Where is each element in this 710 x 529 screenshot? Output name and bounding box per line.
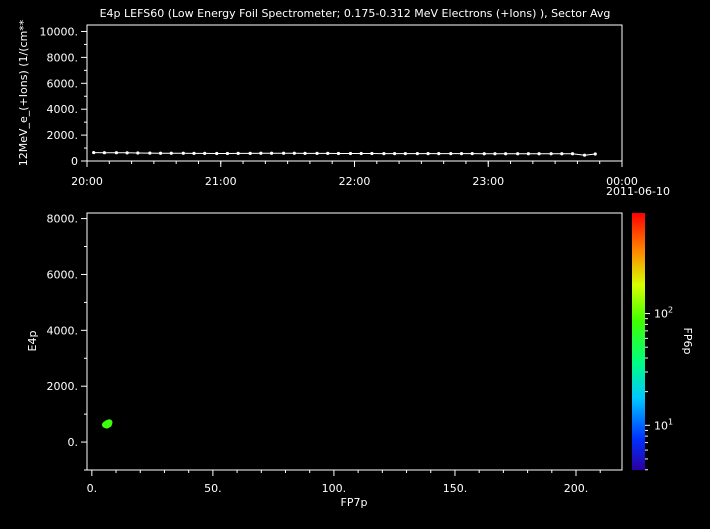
top-x-tick-label: 22:00 — [339, 175, 371, 188]
bottom-y-tick-label: 6000. — [47, 268, 79, 281]
top-series-point — [259, 151, 263, 155]
top-series-point — [102, 151, 106, 155]
colorbar-tick-base: 10 — [654, 308, 668, 321]
bottom-x-tick-label: 200. — [564, 482, 589, 495]
bottom-x-tick-label: 100. — [322, 482, 347, 495]
top-series-point — [359, 151, 363, 156]
colorbar-tick-label: 101 — [654, 417, 673, 432]
bottom-x-axis-label: FP7p — [341, 496, 368, 509]
top-y-tick-label: 6000. — [47, 77, 79, 90]
top-series-point — [537, 152, 541, 156]
top-y-tick-label: 8000. — [47, 51, 79, 64]
top-y-tick-label: 4000. — [47, 103, 79, 116]
top-series-point — [148, 151, 152, 155]
top-series-point — [493, 152, 497, 156]
bottom-y-tick-label: 8000. — [47, 213, 79, 226]
top-series-point — [203, 151, 207, 155]
colorbar-label: FP6p — [681, 328, 694, 355]
top-series-point — [92, 150, 96, 155]
top-series-point — [169, 151, 173, 155]
colorbar-tick-exponent: 2 — [668, 306, 673, 315]
top-plot-frame — [86, 24, 623, 162]
bottom-x-tick-label: 150. — [443, 482, 468, 495]
colorbar — [632, 213, 645, 470]
top-y-axis-label: 12MeV_e_(+Ions) (1/(cm** — [17, 19, 30, 166]
bottom-plot-frame — [86, 212, 623, 471]
top-series-point — [449, 152, 453, 156]
top-series-point — [370, 151, 374, 156]
bottom-y-tick-label: 2000. — [47, 380, 79, 393]
top-series-point — [426, 152, 430, 156]
top-series-point — [282, 151, 286, 155]
top-x-tick-label: 23:00 — [472, 175, 504, 188]
scatter-points — [101, 419, 113, 429]
top-series-point — [393, 152, 397, 156]
top-series-point — [125, 151, 129, 155]
top-series-point — [415, 152, 419, 156]
top-series-point — [382, 152, 386, 156]
bottom-x-tick-label: 50. — [204, 482, 222, 495]
top-series-point — [292, 151, 296, 155]
bottom-y-tick-label: 0. — [68, 436, 79, 449]
bottom-x-tick-label: 0. — [87, 482, 98, 495]
top-series-point — [215, 151, 219, 156]
top-series-point — [526, 152, 530, 156]
top-series-point — [582, 153, 587, 157]
bottom-y-axis: 0. 2000. 4000. 6000. 8000. — [47, 213, 87, 471]
top-series-point — [136, 151, 140, 155]
bottom-x-axis: 0. 50. 100. 150. 200. — [87, 470, 601, 495]
chart-svg: E4p LEFS60 (Low Energy Foil Spectrometer… — [17, 7, 694, 509]
top-chart-title: E4p LEFS60 (Low Energy Foil Spectrometer… — [100, 7, 611, 20]
top-series-point — [303, 151, 307, 155]
top-x-tick-label: 21:00 — [205, 175, 237, 188]
scatter-point — [106, 419, 113, 426]
top-series-point — [549, 152, 553, 156]
chart-canvas: E4p LEFS60 (Low Energy Foil Spectrometer… — [0, 0, 710, 524]
top-series-point — [158, 151, 163, 155]
top-series-path — [93, 152, 596, 156]
top-series-point — [482, 152, 486, 156]
bottom-y-tick-label: 4000. — [47, 324, 79, 337]
top-x-date-label: 2011-06-10 — [606, 185, 670, 198]
top-series-point — [403, 152, 407, 156]
top-series-point — [181, 151, 185, 155]
top-series-point — [225, 151, 230, 156]
top-series-point — [459, 152, 464, 156]
top-series-point — [236, 151, 240, 155]
top-series-point — [114, 151, 119, 155]
top-y-tick-label: 10000. — [40, 25, 79, 38]
top-series-point — [504, 152, 508, 156]
top-x-tick-label: 20:00 — [71, 175, 103, 188]
top-series-point — [348, 151, 353, 156]
top-series-point — [570, 152, 575, 156]
top-series-point — [269, 151, 274, 155]
top-series-point — [593, 152, 597, 156]
top-series-point — [336, 151, 341, 156]
colorbar-tick-label: 102 — [654, 306, 673, 321]
top-x-axis: 20:00 21:00 22:00 23:00 00:00 — [71, 161, 638, 188]
colorbar-tick-base: 10 — [654, 419, 668, 432]
colorbar-tick-exponent: 1 — [668, 417, 673, 426]
top-y-tick-label: 0 — [71, 155, 78, 168]
top-series-line — [92, 150, 597, 157]
top-series-point — [560, 152, 564, 156]
colorbar-axis: 101102 — [645, 306, 673, 471]
top-series-point — [470, 152, 474, 156]
top-y-axis: 0 2000. 4000. 6000. 8000. 10000. — [40, 25, 87, 168]
top-y-tick-label: 2000. — [47, 129, 79, 142]
bottom-y-axis-label: E4p — [26, 331, 39, 352]
top-series-point — [315, 151, 319, 155]
top-series-point — [437, 152, 441, 156]
top-series-point — [516, 152, 520, 156]
top-series-point — [326, 151, 330, 155]
top-series-point — [248, 151, 252, 155]
top-series-point — [192, 151, 196, 155]
